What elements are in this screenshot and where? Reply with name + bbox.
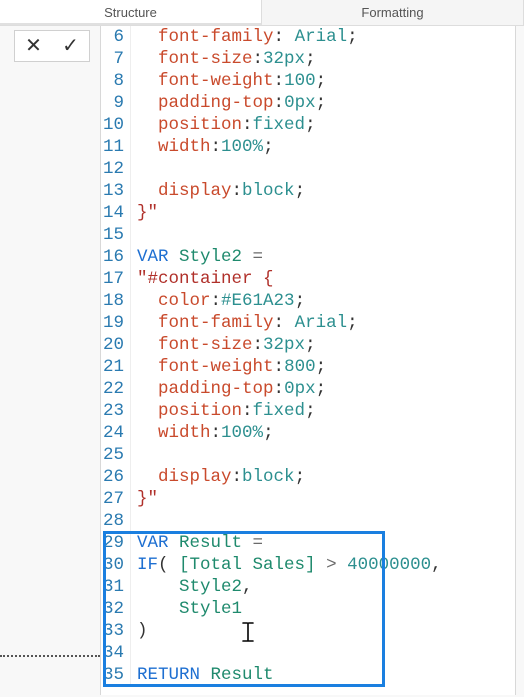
code-content: padding-top:0px; xyxy=(131,92,326,114)
code-line[interactable]: 33) xyxy=(101,620,515,642)
code-line[interactable]: 20 font-size:32px; xyxy=(101,334,515,356)
code-content: Style2, xyxy=(131,576,253,598)
code-content: font-family: Arial; xyxy=(131,312,358,334)
line-number: 17 xyxy=(101,268,131,290)
tab-structure[interactable]: Structure xyxy=(0,0,262,25)
line-number: 32 xyxy=(101,598,131,620)
code-line[interactable]: 8 font-weight:100; xyxy=(101,70,515,92)
code-line[interactable]: 16VAR Style2 = xyxy=(101,246,515,268)
code-content xyxy=(131,158,137,180)
code-line[interactable]: 27}" xyxy=(101,488,515,510)
line-number: 35 xyxy=(101,664,131,686)
code-content: padding-top:0px; xyxy=(131,378,326,400)
line-number: 27 xyxy=(101,488,131,510)
code-content: RETURN Result xyxy=(131,664,274,686)
code-content: }" xyxy=(131,202,158,224)
code-content: position:fixed; xyxy=(131,400,316,422)
code-line[interactable]: 31 Style2, xyxy=(101,576,515,598)
code-content: width:100%; xyxy=(131,422,274,444)
line-number: 13 xyxy=(101,180,131,202)
line-number: 19 xyxy=(101,312,131,334)
code-line[interactable]: 22 padding-top:0px; xyxy=(101,378,515,400)
line-number: 16 xyxy=(101,246,131,268)
code-content: width:100%; xyxy=(131,136,274,158)
line-number: 24 xyxy=(101,422,131,444)
code-line[interactable]: 7 font-size:32px; xyxy=(101,48,515,70)
code-line[interactable]: 25 xyxy=(101,444,515,466)
tab-bar: Structure Formatting xyxy=(0,0,524,26)
line-number: 30 xyxy=(101,554,131,576)
code-line[interactable]: 21 font-weight:800; xyxy=(101,356,515,378)
code-content: IF( [Total Sales] > 40000000, xyxy=(131,554,442,576)
code-content: Style1 xyxy=(131,598,242,620)
code-line[interactable]: 24 width:100%; xyxy=(101,422,515,444)
line-number: 15 xyxy=(101,224,131,246)
code-editor[interactable]: 6 font-family: Arial;7 font-size:32px;8 … xyxy=(100,26,516,695)
code-line[interactable]: 12 xyxy=(101,158,515,180)
cancel-icon[interactable]: ✕ xyxy=(25,36,42,56)
code-line[interactable]: 17"#container { xyxy=(101,268,515,290)
line-number: 7 xyxy=(101,48,131,70)
code-content xyxy=(131,510,137,532)
line-number: 11 xyxy=(101,136,131,158)
code-content xyxy=(131,642,137,664)
code-content xyxy=(131,444,137,466)
line-number: 8 xyxy=(101,70,131,92)
code-content: color:#E61A23; xyxy=(131,290,305,312)
code-content: font-weight:800; xyxy=(131,356,326,378)
code-content: font-size:32px; xyxy=(131,334,316,356)
code-line[interactable]: 15 xyxy=(101,224,515,246)
code-line[interactable]: 19 font-family: Arial; xyxy=(101,312,515,334)
code-content: VAR Result = xyxy=(131,532,263,554)
line-number: 6 xyxy=(101,26,131,48)
line-number: 33 xyxy=(101,620,131,642)
code-content xyxy=(131,224,137,246)
line-number: 26 xyxy=(101,466,131,488)
code-line[interactable]: 18 color:#E61A23; xyxy=(101,290,515,312)
code-content: font-size:32px; xyxy=(131,48,316,70)
tab-formatting[interactable]: Formatting xyxy=(262,0,524,25)
divider xyxy=(0,655,100,657)
code-content: position:fixed; xyxy=(131,114,316,136)
code-line[interactable]: 10 position:fixed; xyxy=(101,114,515,136)
line-number: 25 xyxy=(101,444,131,466)
code-line[interactable]: 26 display:block; xyxy=(101,466,515,488)
confirm-icon[interactable]: ✓ xyxy=(62,36,79,56)
code-line[interactable]: 35RETURN Result xyxy=(101,664,515,686)
commit-toolbar: ✕ ✓ xyxy=(14,30,90,62)
code-line[interactable]: 28 xyxy=(101,510,515,532)
line-number: 18 xyxy=(101,290,131,312)
text-cursor-icon xyxy=(241,622,255,642)
code-line[interactable]: 34 xyxy=(101,642,515,664)
line-number: 29 xyxy=(101,532,131,554)
line-number: 34 xyxy=(101,642,131,664)
code-content: font-family: Arial; xyxy=(131,26,358,48)
line-number: 28 xyxy=(101,510,131,532)
code-content: display:block; xyxy=(131,180,305,202)
code-line[interactable]: 30IF( [Total Sales] > 40000000, xyxy=(101,554,515,576)
code-line[interactable]: 11 width:100%; xyxy=(101,136,515,158)
code-line[interactable]: 9 padding-top:0px; xyxy=(101,92,515,114)
code-content: display:block; xyxy=(131,466,305,488)
code-line[interactable]: 13 display:block; xyxy=(101,180,515,202)
line-number: 21 xyxy=(101,356,131,378)
line-number: 23 xyxy=(101,400,131,422)
line-number: 10 xyxy=(101,114,131,136)
code-content: }" xyxy=(131,488,158,510)
code-content: ) xyxy=(131,620,148,642)
line-number: 31 xyxy=(101,576,131,598)
code-line[interactable]: 6 font-family: Arial; xyxy=(101,26,515,48)
code-line[interactable]: 14}" xyxy=(101,202,515,224)
code-content: font-weight:100; xyxy=(131,70,326,92)
code-content: "#container { xyxy=(131,268,274,290)
line-number: 22 xyxy=(101,378,131,400)
code-line[interactable]: 32 Style1 xyxy=(101,598,515,620)
line-number: 14 xyxy=(101,202,131,224)
line-number: 12 xyxy=(101,158,131,180)
code-content: VAR Style2 = xyxy=(131,246,263,268)
line-number: 20 xyxy=(101,334,131,356)
code-line[interactable]: 29VAR Result = xyxy=(101,532,515,554)
line-number: 9 xyxy=(101,92,131,114)
code-line[interactable]: 23 position:fixed; xyxy=(101,400,515,422)
